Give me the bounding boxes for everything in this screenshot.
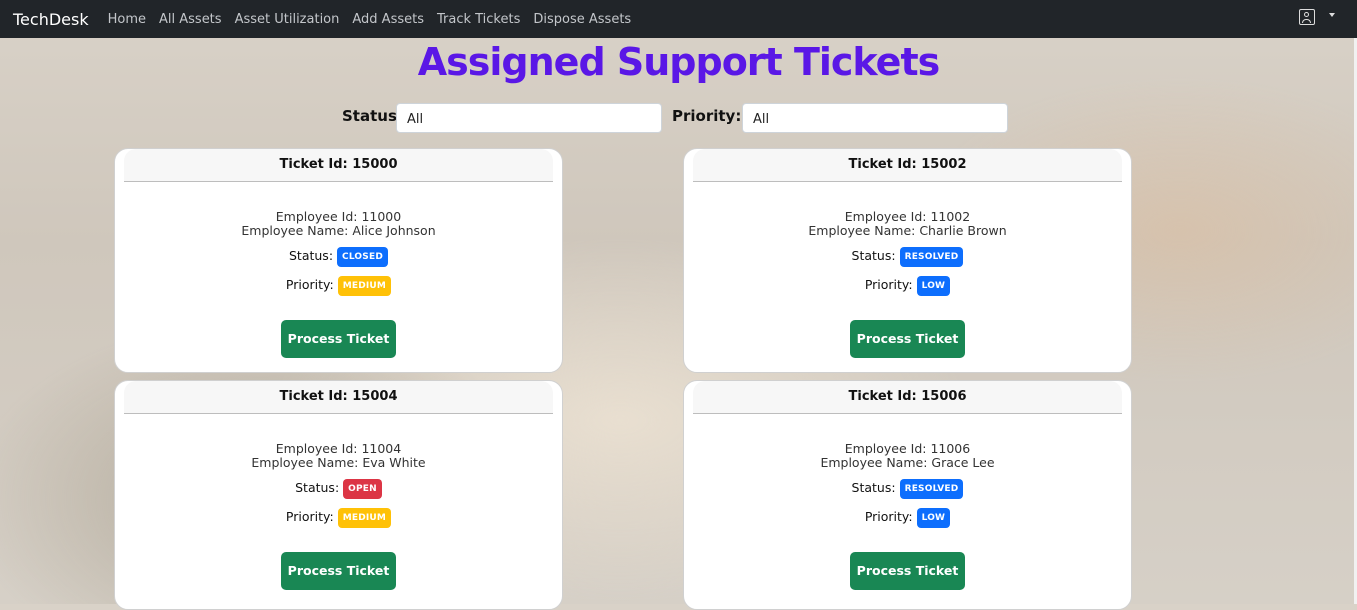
priority-row: Priority: MEDIUM (115, 276, 562, 296)
nav-add-assets[interactable]: Add Assets (352, 12, 424, 27)
employee-id: Employee Id: 11006 (684, 442, 1131, 456)
employee-id: Employee Id: 11002 (684, 210, 1131, 224)
employee-name-value: Alice Johnson (352, 223, 436, 238)
priority-row: Priority: LOW (684, 276, 1131, 296)
ticket-id-label: Ticket Id: (279, 389, 353, 404)
employee-name-label: Employee Name: (241, 223, 353, 238)
status-row: Status: RESOLVED (684, 247, 1131, 267)
status-label: Status: (288, 248, 334, 263)
status-filter-label: Status: (342, 107, 403, 125)
ticket-id-label: Ticket Id: (848, 389, 922, 404)
ticket-card: Ticket Id: 15006 Employee Id: 11006 Empl… (683, 380, 1132, 610)
employee-name: Employee Name: Eva White (115, 456, 562, 470)
priority-label: Priority: (285, 277, 334, 292)
ticket-id-value: 15004 (352, 389, 398, 404)
ticket-id-label: Ticket Id: (848, 157, 922, 172)
status-badge: RESOLVED (899, 479, 964, 499)
priority-label: Priority: (285, 509, 334, 524)
status-label: Status: (851, 248, 896, 263)
employee-id-label: Employee Id: (275, 441, 362, 456)
priority-row: Priority: LOW (684, 508, 1131, 528)
priority-row: Priority: MEDIUM (115, 508, 562, 528)
status-row: Status: OPEN (115, 479, 562, 499)
ticket-header: Ticket Id: 15002 (693, 149, 1122, 182)
priority-label: Priority: (864, 509, 913, 524)
employee-name: Employee Name: Grace Lee (684, 456, 1131, 470)
priority-badge: MEDIUM (337, 508, 392, 528)
employee-id-value: 11004 (361, 441, 402, 456)
status-badge: OPEN (343, 479, 382, 499)
employee-name-value: Grace Lee (931, 455, 995, 470)
ticket-id-label: Ticket Id: (279, 157, 353, 172)
status-row: Status: CLOSED (115, 247, 562, 267)
chevron-down-icon[interactable] (1329, 13, 1335, 17)
status-row: Status: RESOLVED (684, 479, 1131, 499)
ticket-id-value: 15006 (921, 389, 967, 404)
employee-id-value: 11002 (930, 209, 971, 224)
nav-asset-utilization[interactable]: Asset Utilization (235, 12, 340, 27)
status-badge: CLOSED (337, 247, 388, 267)
ticket-card: Ticket Id: 15000 Employee Id: 11000 Empl… (114, 148, 563, 373)
status-label: Status: (851, 480, 896, 495)
nav-dispose-assets[interactable]: Dispose Assets (533, 12, 631, 27)
status-badge: RESOLVED (899, 247, 964, 267)
employee-name-value: Eva White (362, 455, 426, 470)
process-ticket-button[interactable]: Process Ticket (281, 552, 396, 590)
priority-badge: MEDIUM (337, 276, 392, 296)
employee-id-label: Employee Id: (844, 441, 931, 456)
status-filter-select[interactable]: All (396, 103, 662, 133)
employee-name-label: Employee Name: (808, 223, 920, 238)
priority-badge: LOW (916, 508, 951, 528)
ticket-id-value: 15000 (352, 157, 398, 172)
priority-badge: LOW (916, 276, 951, 296)
employee-id-label: Employee Id: (275, 209, 362, 224)
status-label: Status: (295, 480, 340, 495)
employee-id-value: 11006 (930, 441, 971, 456)
employee-id-label: Employee Id: (844, 209, 931, 224)
employee-id: Employee Id: 11004 (115, 442, 562, 456)
user-menu[interactable] (1299, 9, 1335, 25)
user-profile-icon[interactable] (1299, 9, 1315, 25)
navbar: TechDesk Home All Assets Asset Utilizati… (0, 0, 1357, 38)
ticket-card: Ticket Id: 15004 Employee Id: 11004 Empl… (114, 380, 563, 610)
process-ticket-button[interactable]: Process Ticket (850, 552, 965, 590)
employee-name-value: Charlie Brown (919, 223, 1007, 238)
employee-name-label: Employee Name: (820, 455, 932, 470)
ticket-header: Ticket Id: 15000 (124, 149, 553, 182)
employee-name: Employee Name: Alice Johnson (115, 224, 562, 238)
nav-all-assets[interactable]: All Assets (159, 12, 222, 27)
brand-logo[interactable]: TechDesk (13, 10, 89, 29)
process-ticket-button[interactable]: Process Ticket (281, 320, 396, 358)
employee-id-value: 11000 (361, 209, 402, 224)
priority-filter-select[interactable]: All (742, 103, 1008, 133)
priority-filter-label: Priority: (672, 107, 742, 125)
employee-name: Employee Name: Charlie Brown (684, 224, 1131, 238)
priority-label: Priority: (864, 277, 913, 292)
employee-name-label: Employee Name: (251, 455, 363, 470)
process-ticket-button[interactable]: Process Ticket (850, 320, 965, 358)
nav-home[interactable]: Home (108, 12, 146, 27)
employee-id: Employee Id: 11000 (115, 210, 562, 224)
nav-track-tickets[interactable]: Track Tickets (437, 12, 520, 27)
ticket-id-value: 15002 (921, 157, 967, 172)
page-title: Assigned Support Tickets (417, 40, 940, 84)
ticket-header: Ticket Id: 15006 (693, 381, 1122, 414)
ticket-card: Ticket Id: 15002 Employee Id: 11002 Empl… (683, 148, 1132, 373)
ticket-header: Ticket Id: 15004 (124, 381, 553, 414)
